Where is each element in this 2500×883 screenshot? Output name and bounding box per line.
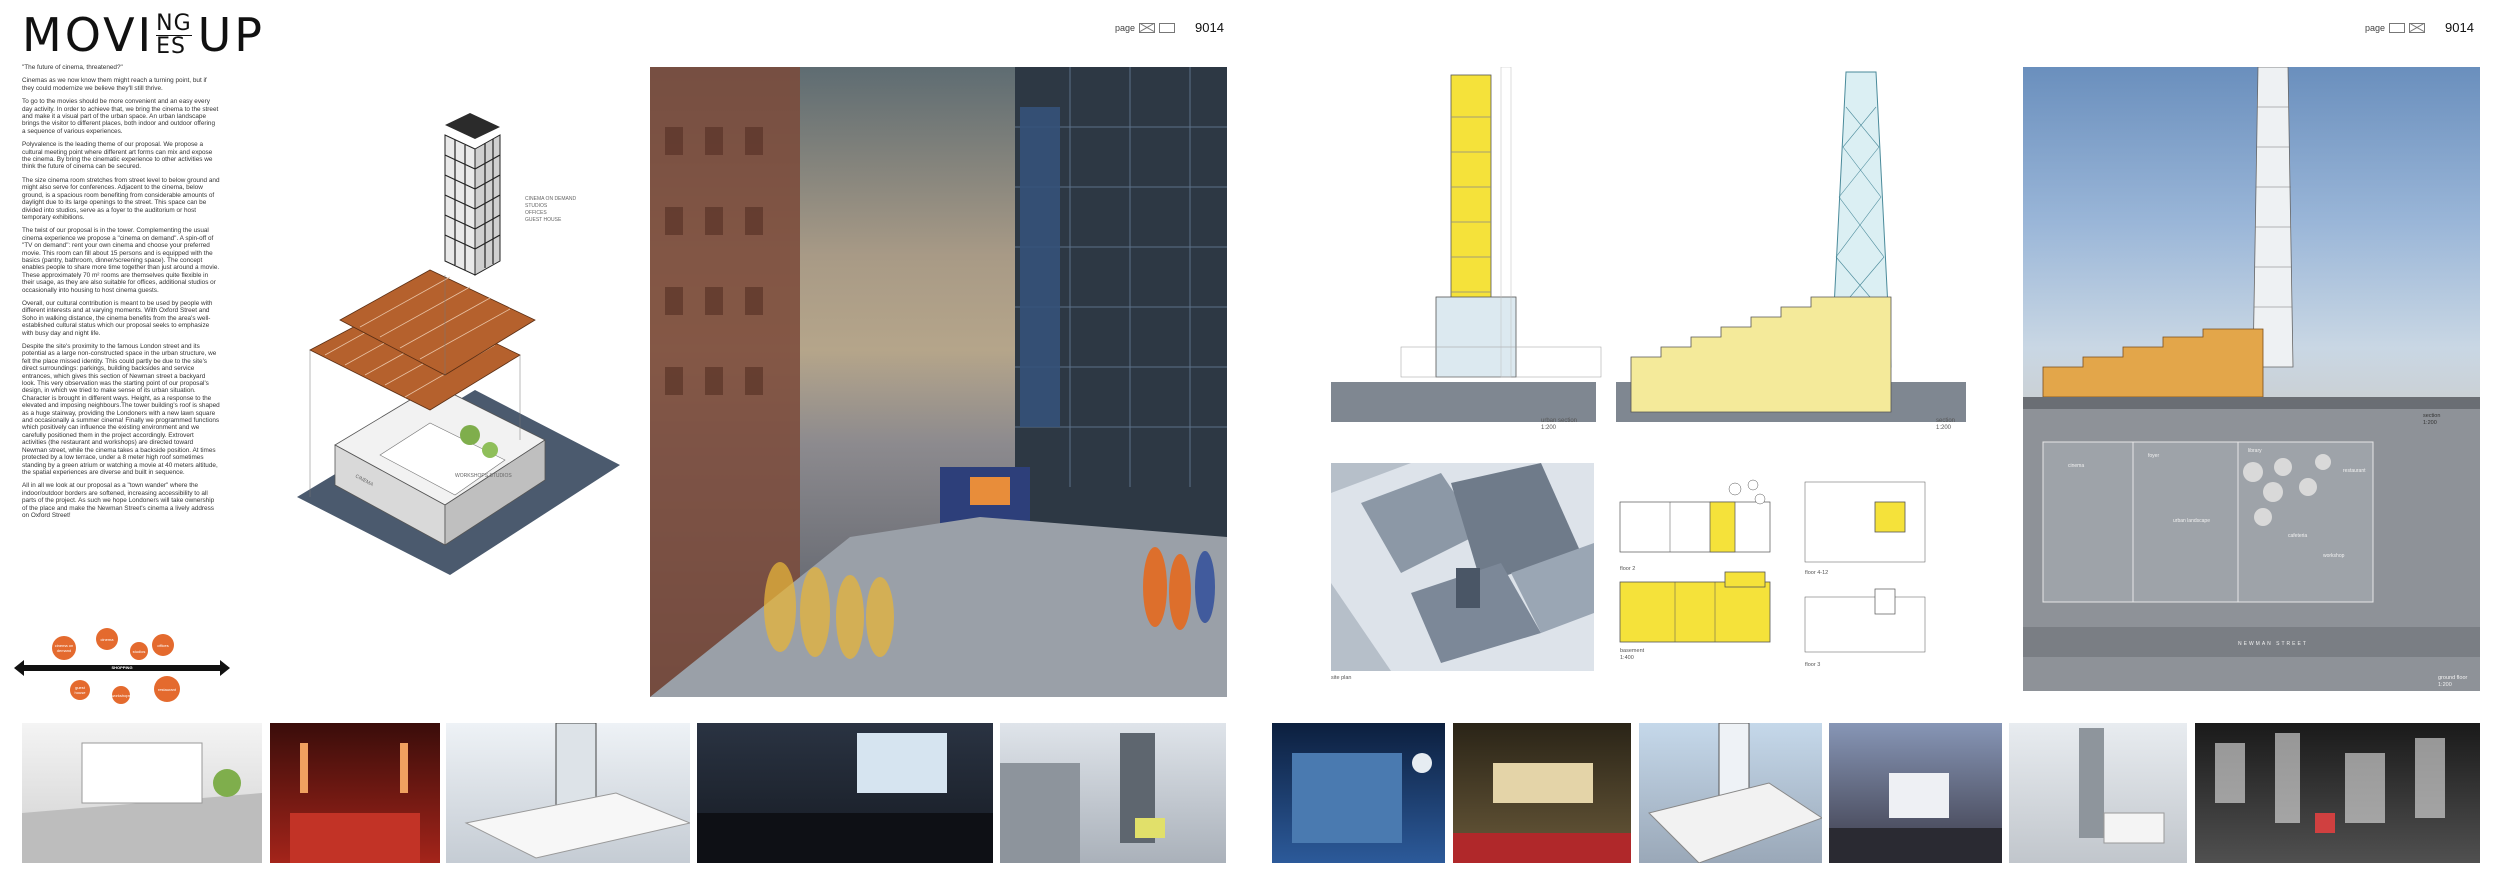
tree-icon xyxy=(482,442,498,458)
plan-floor-2 xyxy=(1619,479,1771,553)
floor-plans: floor 2 floor 4-12 basement 1:400 floor … xyxy=(1619,479,1926,668)
page-number: 9014 xyxy=(1195,20,1224,35)
axo-label: OFFICES xyxy=(525,210,547,216)
thumb-festival-tent xyxy=(1453,723,1631,863)
drawing-label: 1:200 xyxy=(2438,682,2452,688)
paragraph: "The future of cinema, threatened?" xyxy=(22,64,123,71)
program-diagram: cinema on demand cinema studios offices … xyxy=(14,628,230,704)
thumb-terrace-render xyxy=(22,723,262,863)
title-part1: MOVI xyxy=(22,8,155,62)
axo-label: WORKSHOPS STUDIOS xyxy=(455,473,512,479)
title-part2: UP xyxy=(197,8,266,62)
drawing-label: 1:200 xyxy=(2423,420,2437,426)
program-circle: guest house xyxy=(70,680,90,700)
title-stack-bottom: ES xyxy=(156,34,186,59)
drawing-label: urban section xyxy=(1541,418,1577,424)
thumb-night-cityscape xyxy=(2195,723,2480,863)
drawing-label: section xyxy=(1936,418,1955,424)
drawing-label: section xyxy=(2423,413,2440,419)
drawing-label: 1:400 xyxy=(1620,655,1634,661)
page-box-crossed-icon xyxy=(2409,22,2426,33)
thumb-city-square-screening xyxy=(1829,723,2002,863)
tree-icon xyxy=(460,425,480,445)
section-drawings: urban section 1:200 section 1:200 xyxy=(1331,67,1966,431)
plan-label: urban landscape xyxy=(2173,518,2210,524)
thumb-axonometric-render xyxy=(446,723,690,863)
plan-label: cafeteria xyxy=(2288,533,2307,539)
drawing-label: basement xyxy=(1620,648,1645,654)
thumb-outdoor-screening xyxy=(697,723,993,863)
plan-label: foyer xyxy=(2148,453,2159,459)
page-box-icon xyxy=(2389,22,2406,33)
paragraph: Despite the site's proximity to the famo… xyxy=(22,343,220,476)
drawing-label: 1:200 xyxy=(1541,425,1557,431)
axo-label: GUEST HOUSE xyxy=(525,217,562,223)
thumb-cinema-auditorium xyxy=(270,723,440,863)
paragraph: Overall, our cultural contribution is me… xyxy=(22,299,213,337)
thumb-aerial-render xyxy=(1639,723,1822,863)
plan-label: library xyxy=(2248,448,2262,454)
program-circle: offices xyxy=(152,634,174,656)
street-perspective-render xyxy=(650,67,1227,697)
plan-label: restaurant xyxy=(2343,468,2366,474)
project-title: MOVI NG ES UP xyxy=(22,12,265,58)
thumb-tower-street-view xyxy=(1000,723,1226,863)
plan-label: cinema xyxy=(2068,463,2084,469)
page-info-left: page 9014 xyxy=(1115,20,1224,35)
plan-floor-4-12 xyxy=(1804,481,1926,563)
program-circle: restaurant xyxy=(154,676,180,702)
title-stack: NG ES xyxy=(156,13,192,58)
title-stack-top: NG xyxy=(156,11,192,36)
plan-basement xyxy=(1619,571,1771,643)
cinema-section xyxy=(2042,328,2264,398)
page-box-icon xyxy=(1159,22,1176,33)
program-circle: cinema on demand xyxy=(52,636,76,660)
paragraph: Polyvalence is the leading theme of our … xyxy=(22,141,213,171)
page-number: 9014 xyxy=(2445,20,2474,35)
axo-label: STUDIOS xyxy=(525,203,548,209)
page-label: page xyxy=(1115,22,1136,33)
plan-floor-3 xyxy=(1804,588,1926,653)
drawing-label: 1:200 xyxy=(1936,425,1952,431)
project-footprint xyxy=(1456,568,1480,608)
drawing-label: ground floor xyxy=(2438,675,2468,681)
drawing-label: site plan xyxy=(1331,675,1352,681)
program-circle: cinema xyxy=(96,628,118,650)
thumb-tower-model xyxy=(2009,723,2187,863)
site-plan xyxy=(1331,463,1594,671)
paragraph: All in all we look at our proposal as a … xyxy=(22,482,215,519)
paragraph: Cinemas as we now know them might reach … xyxy=(22,77,207,92)
drawing-label: floor 4-12 xyxy=(1805,570,1828,576)
tower xyxy=(2252,67,2294,368)
program-circle: workshops xyxy=(111,686,131,704)
page-label: page xyxy=(2365,22,2386,33)
building-section: section 1:200 xyxy=(1616,71,1966,431)
paragraph: The size cinema room stretches from stre… xyxy=(22,176,220,221)
exploded-axonometric: CINEMA ON DEMAND STUDIOS OFFICES GUEST H… xyxy=(297,113,620,575)
thumb-projection-facade xyxy=(1272,723,1445,863)
paragraph: The twist of our proposal is in the towe… xyxy=(22,227,220,294)
urban-section: urban section 1:200 xyxy=(1331,67,1602,431)
paragraph: To go to the movies should be more conve… xyxy=(22,98,219,135)
drawing-label: floor 2 xyxy=(1620,566,1635,572)
program-circle: studios xyxy=(130,642,148,660)
section-render-and-ground-floor: cinema foyer urban landscape restaurant … xyxy=(2023,67,2480,691)
tower xyxy=(444,113,501,276)
axo-label: CINEMA ON DEMAND xyxy=(525,196,577,202)
street-label: NEWMAN STREET xyxy=(2238,641,2308,647)
page-box-crossed-icon xyxy=(1139,22,1156,33)
drawing-label: floor 3 xyxy=(1805,662,1820,668)
plan-label: workshop xyxy=(2323,553,2345,559)
project-description: "The future of cinema, threatened?" Cine… xyxy=(22,64,220,525)
shopping-label: SHOPPING xyxy=(111,665,133,670)
page-info-right: page 9014 xyxy=(2365,20,2474,35)
